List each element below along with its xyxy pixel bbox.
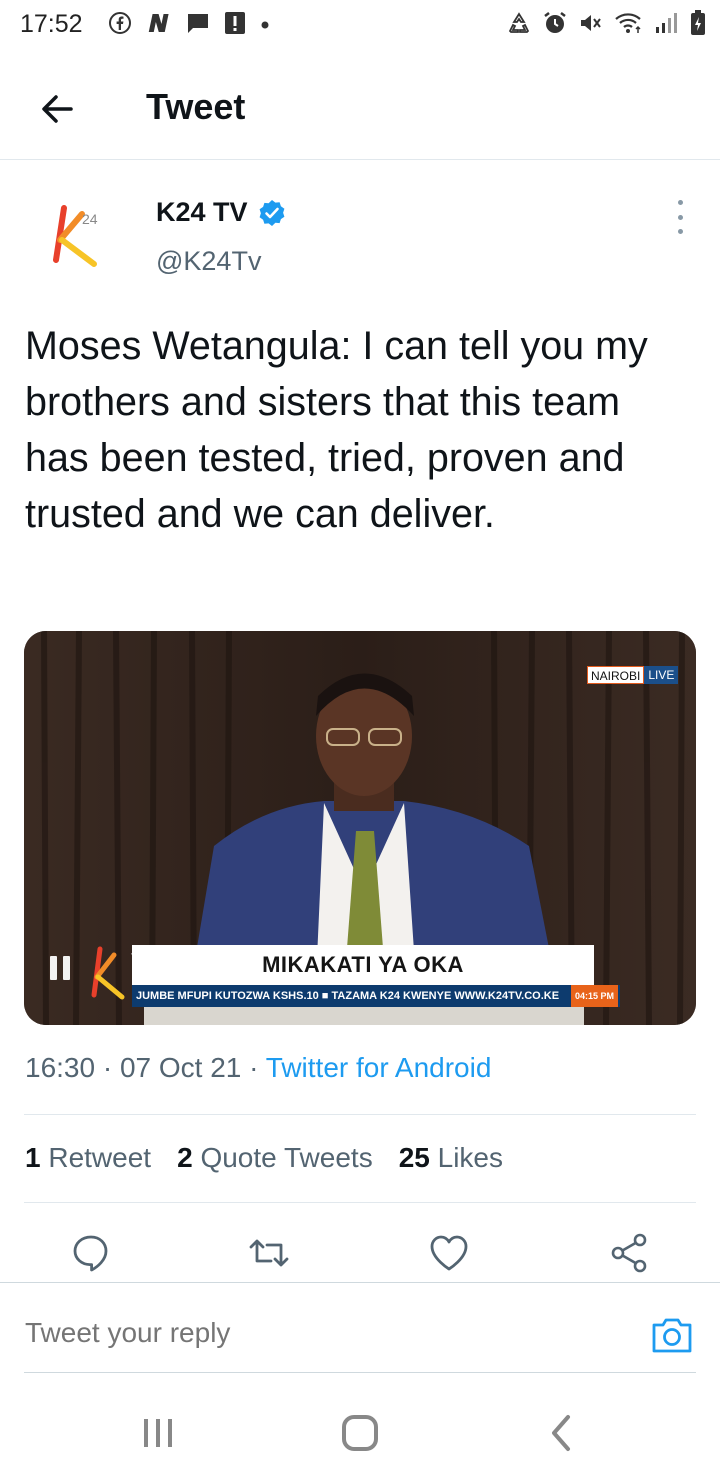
- share-button[interactable]: [604, 1228, 654, 1278]
- pause-bar-icon: [50, 956, 57, 980]
- k24-logo-icon: 24: [53, 205, 98, 267]
- author-handle[interactable]: @K24Tv: [156, 246, 261, 277]
- tweet-date: 07 Oct 21: [119, 1052, 242, 1083]
- arrow-left-icon: [42, 95, 73, 123]
- meta-separator: ·: [102, 1052, 120, 1083]
- camera-icon: [652, 1318, 692, 1353]
- quote-tweets-stat[interactable]: 2 Quote Tweets: [177, 1142, 373, 1174]
- retweet-icon: [249, 1239, 289, 1267]
- video-ticker: JUMBE MFUPI KUTOZWA KSHS.10 ■ TAZAMA K24…: [132, 985, 620, 1007]
- pause-button[interactable]: [44, 951, 76, 985]
- tweet-stats: 1 Retweet 2 Quote Tweets 25 Likes: [25, 1142, 503, 1174]
- video-headline: MIKAKATI YA OKA: [132, 945, 594, 985]
- camera-button[interactable]: [650, 1313, 694, 1357]
- tweet-text: Moses Wetangula: I can tell you my broth…: [25, 324, 648, 536]
- likes-label: Likes: [437, 1142, 504, 1173]
- reply-input[interactable]: [25, 1317, 585, 1349]
- wifi-icon: [614, 11, 644, 40]
- back-button[interactable]: [30, 82, 84, 136]
- more-options-button[interactable]: [666, 200, 694, 234]
- reply-icon: [73, 1235, 108, 1272]
- dot-icon: [260, 17, 270, 35]
- retweets-count: 1: [25, 1142, 41, 1173]
- chevron-left-icon: [552, 1415, 570, 1451]
- author-name[interactable]: K24 TV: [156, 197, 286, 228]
- alarm-icon: [542, 10, 568, 41]
- page-title: Tweet: [146, 86, 246, 127]
- author-name-text: K24 TV: [156, 197, 248, 227]
- more-dot-icon: [677, 229, 683, 234]
- battery-icon: [690, 10, 706, 41]
- news-icon: [146, 12, 172, 39]
- k24-watermark-icon: [91, 946, 125, 1000]
- like-icon: [430, 1235, 468, 1271]
- quote-tweets-count: 2: [177, 1142, 193, 1173]
- app-bar: Tweet: [0, 60, 720, 160]
- recent-apps-icon: [144, 1419, 172, 1447]
- tweet-meta: 16:30 · 07 Oct 21 · Twitter for Android: [25, 1052, 491, 1084]
- back-nav-button[interactable]: [532, 1408, 592, 1458]
- reply-bar: [0, 1282, 720, 1374]
- retweets-label: Retweet: [48, 1142, 152, 1173]
- tweet-source-link[interactable]: Twitter for Android: [266, 1052, 492, 1083]
- tweet-time: 16:30: [25, 1052, 96, 1083]
- divider: [24, 1114, 696, 1115]
- status-time: 17:52: [20, 10, 83, 38]
- likes-stat[interactable]: 25 Likes: [399, 1142, 503, 1174]
- retweet-button[interactable]: [244, 1228, 294, 1278]
- pause-bar-icon: [63, 956, 70, 980]
- share-icon: [611, 1233, 647, 1273]
- status-bar: 17:52: [0, 0, 720, 52]
- tweet-actions: [0, 1228, 720, 1278]
- live-location: NAIROBI: [587, 666, 645, 684]
- live-label: LIVE: [644, 666, 679, 684]
- recycle-icon: [506, 11, 532, 40]
- reply-button[interactable]: [66, 1228, 116, 1278]
- quote-tweets-label: Quote Tweets: [200, 1142, 373, 1173]
- svg-text:24: 24: [82, 211, 98, 227]
- alert-icon: [224, 11, 246, 40]
- mute-icon: [578, 11, 604, 40]
- like-button[interactable]: [424, 1228, 474, 1278]
- verified-badge-icon: [259, 199, 284, 226]
- more-dot-icon: [677, 200, 683, 205]
- home-icon: [342, 1415, 378, 1451]
- live-tag: NAIROBI LIVE: [587, 666, 679, 684]
- tweet-video[interactable]: NAIROBI LIVE MIKAKATI YA OKA JUMBE MFUPI…: [24, 631, 696, 1025]
- system-nav-bar: [0, 1390, 720, 1480]
- chat-icon: [186, 12, 210, 39]
- meta-separator: ·: [249, 1052, 266, 1083]
- facebook-icon: [108, 11, 132, 40]
- divider: [24, 1202, 696, 1203]
- signal-icon: [654, 11, 680, 40]
- recent-apps-button[interactable]: [128, 1408, 188, 1458]
- video-ticker-time: 04:15 PM: [571, 985, 618, 1007]
- reply-divider: [24, 1372, 696, 1373]
- likes-count: 25: [398, 1142, 430, 1173]
- retweets-stat[interactable]: 1 Retweet: [25, 1142, 151, 1174]
- avatar[interactable]: 24: [30, 190, 122, 282]
- more-dot-icon: [677, 214, 683, 220]
- home-button[interactable]: [330, 1408, 390, 1458]
